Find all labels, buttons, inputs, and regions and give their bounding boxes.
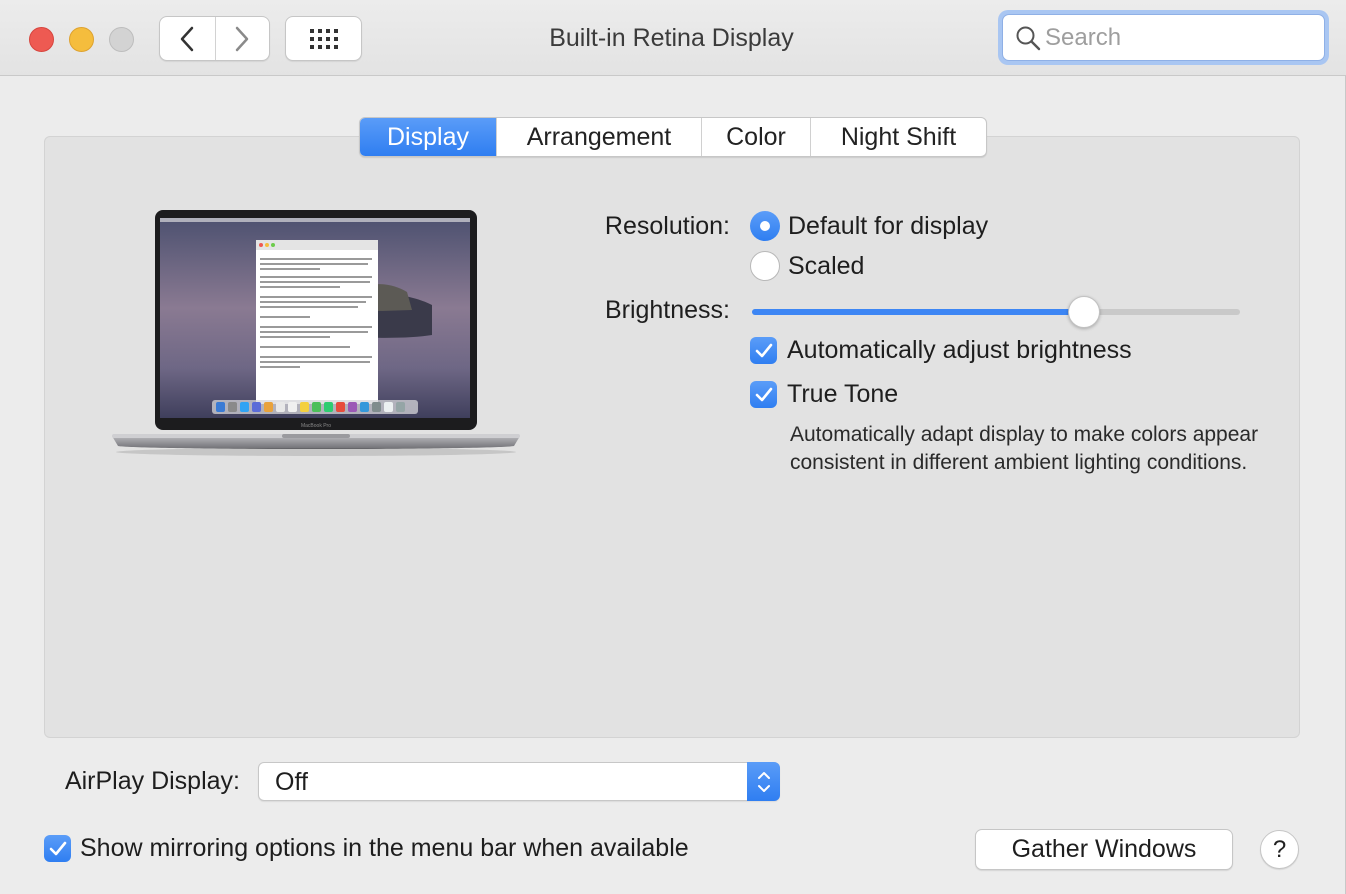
brightness-label: Brightness: xyxy=(604,296,730,324)
search-field-focus-ring xyxy=(998,10,1329,65)
true-tone-checkbox[interactable] xyxy=(750,381,777,408)
chevron-up-down-icon xyxy=(757,771,770,792)
resolution-scaled-radio[interactable] xyxy=(750,251,780,281)
airplay-display-value: Off xyxy=(275,768,308,796)
true-tone-label[interactable]: True Tone xyxy=(787,380,898,409)
checkmark-icon xyxy=(755,387,772,401)
tab-night-shift[interactable]: Night Shift xyxy=(810,118,986,156)
resolution-label: Resolution: xyxy=(604,212,730,240)
tab-color[interactable]: Color xyxy=(701,118,810,156)
laptop-caption: MacBook Pro xyxy=(301,423,331,429)
tab-arrangement[interactable]: Arrangement xyxy=(496,118,701,156)
navigation-buttons xyxy=(159,16,270,61)
search-field[interactable] xyxy=(1002,14,1325,61)
gather-windows-button[interactable]: Gather Windows xyxy=(975,829,1233,870)
resolution-scaled-label[interactable]: Scaled xyxy=(788,252,864,281)
checkmark-icon xyxy=(49,841,66,855)
true-tone-description: Automatically adapt display to make colo… xyxy=(790,423,1259,474)
back-button[interactable] xyxy=(160,17,215,60)
brightness-slider[interactable] xyxy=(752,296,1240,328)
forward-button[interactable] xyxy=(214,17,270,60)
auto-brightness-checkbox[interactable] xyxy=(750,337,777,364)
search-icon xyxy=(1016,26,1041,50)
chevron-right-icon xyxy=(236,26,249,51)
title-bar: Built-in Retina Display xyxy=(0,0,1346,76)
window-title: Built-in Retina Display xyxy=(549,24,794,52)
airplay-display-label: AirPlay Display: xyxy=(64,767,240,795)
brightness-slider-fill xyxy=(752,309,1084,315)
system-preferences-window: Built-in Retina Display Display Arrangem… xyxy=(0,0,1346,894)
brightness-slider-knob[interactable] xyxy=(1067,296,1100,328)
close-window-button[interactable] xyxy=(29,27,54,52)
popup-stepper[interactable] xyxy=(747,762,780,801)
zoom-window-button[interactable] xyxy=(109,27,134,52)
minimize-window-button[interactable] xyxy=(69,27,94,52)
search-input[interactable] xyxy=(1045,23,1315,52)
resolution-default-radio[interactable] xyxy=(750,211,780,241)
auto-brightness-label[interactable]: Automatically adjust brightness xyxy=(787,336,1132,365)
chevron-left-icon xyxy=(181,26,194,51)
airplay-display-select[interactable]: Off xyxy=(258,762,780,801)
checkmark-icon xyxy=(755,343,772,357)
tab-display[interactable]: Display xyxy=(360,118,496,156)
mirroring-options-label[interactable]: Show mirroring options in the menu bar w… xyxy=(80,834,689,863)
tab-bar: Display Arrangement Color Night Shift xyxy=(359,117,987,157)
resolution-default-label[interactable]: Default for display xyxy=(788,212,988,241)
grid-icon xyxy=(309,28,338,49)
macbook-display-image: MacBook Pro xyxy=(112,210,520,456)
show-all-button[interactable] xyxy=(285,16,362,61)
help-button[interactable]: ? xyxy=(1260,830,1299,869)
mirroring-options-checkbox[interactable] xyxy=(44,835,71,862)
